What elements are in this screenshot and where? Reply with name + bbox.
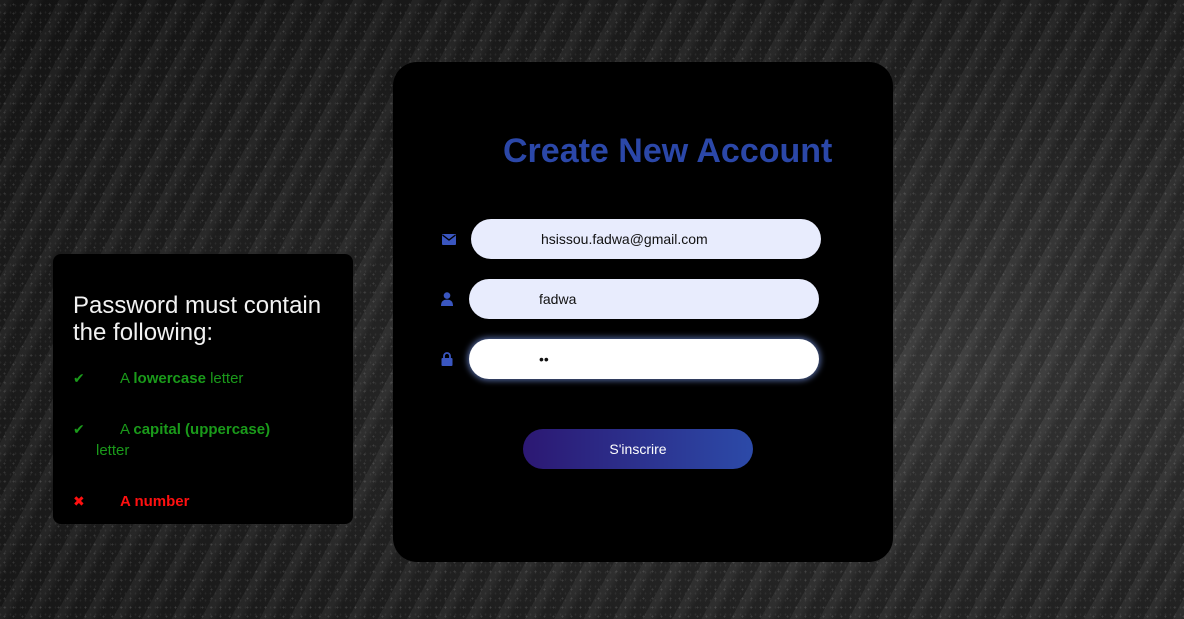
- requirement-suffix: letter: [96, 442, 130, 459]
- password-requirements-panel: Password must contain the following: ✔ A…: [53, 254, 353, 524]
- check-icon: ✔: [73, 370, 85, 386]
- requirement-suffix: letter: [210, 370, 244, 387]
- requirement-keyword: lowercase: [133, 370, 206, 387]
- requirement-keyword: capital (uppercase): [133, 421, 271, 438]
- requirements-title: Password must contain the following:: [73, 292, 322, 346]
- email-row: [441, 219, 821, 259]
- requirement-prefix: A: [120, 421, 130, 438]
- cross-icon: ✖: [73, 493, 85, 509]
- password-row: [439, 339, 819, 379]
- signup-card: Create New Account S'inscrire: [393, 62, 893, 562]
- requirement-prefix: A: [120, 493, 131, 510]
- requirement-prefix: A: [120, 370, 130, 387]
- requirement-keyword: number: [134, 493, 190, 510]
- signup-button[interactable]: S'inscrire: [523, 429, 753, 469]
- requirements-list: ✔ A lowercase letter ✔ A capital (upperc…: [73, 368, 333, 512]
- envelope-icon: [441, 231, 457, 247]
- email-input[interactable]: [471, 219, 821, 259]
- username-input[interactable]: [469, 279, 819, 319]
- check-icon: ✔: [73, 421, 85, 437]
- page-title: Create New Account: [503, 132, 833, 170]
- requirement-number: ✖ A number: [73, 491, 303, 512]
- username-row: [439, 279, 819, 319]
- lock-icon: [439, 351, 455, 367]
- password-input[interactable]: [469, 339, 819, 379]
- requirement-lowercase: ✔ A lowercase letter: [73, 368, 303, 389]
- user-icon: [439, 291, 455, 307]
- requirement-uppercase: ✔ A capital (uppercase) letter: [73, 419, 303, 461]
